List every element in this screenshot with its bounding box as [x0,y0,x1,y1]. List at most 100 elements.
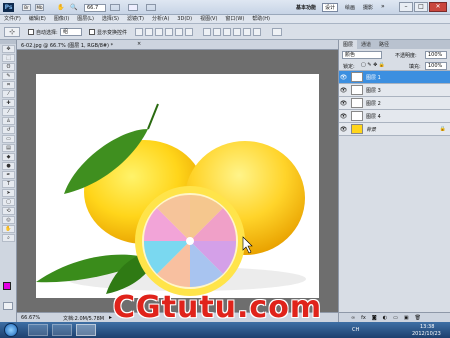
menu-window[interactable]: 窗口(W) [221,15,248,24]
pen-tool-icon[interactable]: ✒ [2,171,15,179]
3d-rotate-tool-icon[interactable]: ⟲ [2,207,15,215]
workspace-design[interactable]: 设计 [322,3,339,12]
document-tab-close-icon[interactable]: × [137,41,141,47]
canvas[interactable] [36,74,319,298]
eye-icon[interactable]: 👁 [339,126,348,133]
new-group-icon[interactable]: ▭ [393,315,398,321]
move-tool-icon[interactable]: ✥ [2,45,15,53]
menu-file[interactable]: 文件(F) [0,15,25,24]
shape-tool-icon[interactable]: ▢ [2,198,15,206]
gradient-tool-icon[interactable]: ▤ [2,144,15,152]
layer-row[interactable]: 👁 图层 3 [339,84,450,97]
eye-icon[interactable]: 👁 [339,74,348,81]
type-tool-icon[interactable]: T [2,180,15,188]
document-tab[interactable]: 6-02.jpg @ 66.7% (图层 1, RGB/8#) * × [17,40,338,50]
delete-layer-icon[interactable]: 🗑 [415,315,421,321]
blur-tool-icon[interactable]: ◆ [2,153,15,161]
history-brush-tool-icon[interactable]: ↺ [2,126,15,134]
distribute-top-icon[interactable] [203,28,211,36]
align-right-icon[interactable] [185,28,193,36]
workspace-painting[interactable]: 绘画 [345,4,355,11]
maximize-button[interactable]: □ [414,2,428,12]
menu-filter[interactable]: 滤镜(T) [123,15,148,24]
hand-icon[interactable]: ✋ [57,4,65,11]
quick-mask-icon[interactable] [3,302,13,310]
layer-row[interactable]: 👁 背景 🔒 [339,123,450,136]
taskbar-explorer-icon[interactable] [52,324,72,336]
minimize-button[interactable]: – [399,2,413,12]
eye-icon[interactable]: 👁 [339,113,348,120]
zoom-icon[interactable]: 🔍 [70,4,78,11]
auto-align-icon[interactable] [272,28,282,36]
clock-date[interactable]: 2012/10/23 [412,331,441,337]
lock-icons[interactable]: ▢ ✎ ✥ 🔒 [361,62,385,68]
show-transform-checkbox[interactable] [89,29,95,35]
auto-select-dropdown[interactable]: 组 [60,28,82,36]
layer-row[interactable]: 👁 图层 1 [339,71,450,84]
close-button[interactable]: ✕ [429,2,447,12]
marquee-tool-icon[interactable]: ⬚ [2,54,15,62]
workspace-essentials[interactable]: 基本功能 [296,4,316,11]
tab-channels[interactable]: 通道 [357,40,375,49]
eye-icon[interactable]: 👁 [339,87,348,94]
layer-style-icon[interactable]: fx [361,315,366,321]
lasso-tool-icon[interactable]: ʘ [2,63,15,71]
align-buttons-group[interactable] [135,28,195,36]
opacity-field[interactable]: 100% [425,51,447,59]
dodge-tool-icon[interactable]: ● [2,162,15,170]
menu-analysis[interactable]: 分析(A) [148,15,173,24]
screen-mode-icon[interactable] [146,4,156,11]
quick-select-tool-icon[interactable]: ✎ [2,72,15,80]
minibridge-icon[interactable]: Mb [35,4,44,11]
start-button[interactable] [4,323,18,337]
tray-lang[interactable]: CH [352,327,359,333]
bridge-icon[interactable]: Br [22,4,31,11]
layer-row[interactable]: 👁 图层 4 [339,110,450,123]
distribute-hcenter-icon[interactable] [243,28,251,36]
foreground-color-swatch[interactable] [3,282,11,290]
menu-help[interactable]: 帮助(H) [248,15,274,24]
tab-layers[interactable]: 图层 [339,40,358,49]
crop-tool-icon[interactable]: ⌗ [2,81,15,89]
path-select-tool-icon[interactable]: ➤ [2,189,15,197]
layer-row[interactable]: 👁 图层 2 [339,97,450,110]
distribute-vcenter-icon[interactable] [213,28,221,36]
workspace-photography[interactable]: 摄影 [363,4,373,11]
clock-time[interactable]: 13:38 [420,324,434,330]
tools-panel-grip[interactable] [0,40,16,44]
menu-image[interactable]: 图像(I) [50,15,73,24]
3d-orbit-tool-icon[interactable]: ◎ [2,216,15,224]
status-menu-arrow-icon[interactable]: ▸ [109,314,112,321]
distribute-right-icon[interactable] [253,28,261,36]
hand-tool-icon[interactable]: ✋ [2,225,15,233]
menu-select[interactable]: 选择(S) [98,15,123,24]
menu-view[interactable]: 视图(V) [196,15,221,24]
align-top-icon[interactable] [135,28,143,36]
eye-icon[interactable]: 👁 [339,100,348,107]
clone-stamp-tool-icon[interactable]: ♙ [2,117,15,125]
zoom-tool-icon[interactable]: ⌕ [2,234,15,242]
align-bottom-icon[interactable] [155,28,163,36]
more-workspaces-icon[interactable]: » [381,3,385,10]
arrange-documents-icon[interactable] [128,4,138,11]
adjustment-layer-icon[interactable]: ◐ [383,315,387,321]
link-layers-icon[interactable]: ∞ [351,315,355,321]
tab-paths[interactable]: 路径 [375,40,393,49]
align-vcenter-icon[interactable] [145,28,153,36]
view-extras-icon[interactable] [110,4,120,11]
zoom-level-select[interactable]: 66.7 [84,4,106,12]
eyedropper-tool-icon[interactable]: ⁄ [2,90,15,98]
eraser-tool-icon[interactable]: ▭ [2,135,15,143]
taskbar-ie-icon[interactable] [28,324,48,336]
menu-3d[interactable]: 3D(D) [173,15,196,24]
fill-field[interactable]: 100% [425,62,447,70]
brush-tool-icon[interactable]: ⁄ [2,108,15,116]
distribute-buttons-group[interactable] [203,28,263,36]
taskbar-photoshop-icon[interactable] [76,324,96,336]
new-layer-icon[interactable]: ▣ [404,315,409,321]
add-mask-icon[interactable]: ◙ [372,315,377,321]
healing-brush-tool-icon[interactable]: ✚ [2,99,15,107]
auto-select-checkbox[interactable] [28,29,34,35]
move-tool-preset-icon[interactable]: ⊹ [4,27,20,37]
distribute-left-icon[interactable] [233,28,241,36]
